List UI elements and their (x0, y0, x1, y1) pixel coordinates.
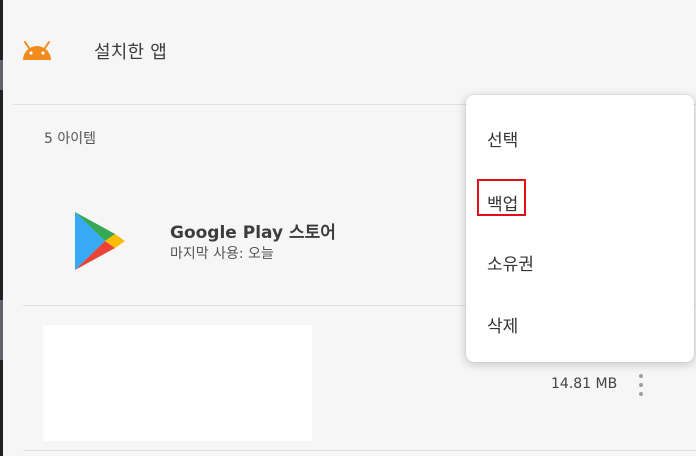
menu-item-label: 소유권 (487, 255, 534, 275)
context-menu: 선택 백업 소유권 삭제 (466, 95, 694, 362)
app-size: 14.81 MB (551, 376, 618, 392)
row-divider-bottom (23, 450, 696, 451)
menu-item-select[interactable]: 선택 (466, 111, 694, 163)
app-header: 설치한 앱 (3, 0, 696, 104)
backup-highlight-box (477, 179, 526, 216)
menu-item-delete[interactable]: 삭제 (466, 297, 694, 349)
page-title: 설치한 앱 (94, 42, 167, 63)
app-last-used: 마지막 사용: 오늘 (170, 246, 274, 262)
menu-item-label: 삭제 (487, 317, 519, 337)
menu-item-label: 선택 (487, 131, 519, 151)
app-thumbnail-placeholder (43, 325, 312, 441)
item-count: 5 아이템 (44, 131, 96, 147)
android-icon (23, 41, 51, 60)
app-name: Google Play 스토어 (170, 223, 336, 243)
menu-item-ownership[interactable]: 소유권 (466, 235, 694, 287)
google-play-icon (75, 212, 125, 270)
more-options-icon[interactable] (634, 372, 648, 398)
